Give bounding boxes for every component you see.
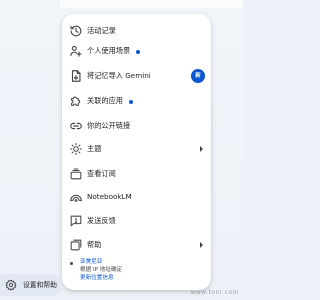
personal-context-icon [69,44,83,58]
menu-item-theme[interactable]: 主题 [62,139,211,159]
menu-item-label: 发送反馈 [87,216,116,225]
update-location-link[interactable]: 更新位置信息 [80,274,114,282]
location-info: 亚美尼亚 根据 IP 地址确定 更新位置信息 [70,257,205,287]
menu-item-personal-context[interactable]: 个人使用场景 [62,41,211,61]
chevron-right-icon [200,146,203,152]
location-country: 亚美尼亚 [80,259,103,265]
menu-item-label: 关联的应用 [87,96,123,105]
feedback-icon [69,214,83,228]
subscriptions-icon [69,167,83,181]
menu-item-label: 个人使用场景 [87,46,131,55]
menu-item-label: NotebookLM [87,192,132,201]
menu-item-import-memory[interactable]: 将记忆导入 Gemini 新 [62,66,211,86]
history-icon [69,24,83,38]
menu-item-subscriptions[interactable]: 查看订阅 [62,164,211,184]
top-panel-edge [60,0,243,8]
new-indicator-dot [136,50,140,54]
new-indicator-dot [129,100,133,104]
import-document-icon [69,69,83,83]
chevron-right-icon [200,242,203,248]
new-badge: 新 [191,69,205,83]
brightness-icon [69,142,83,156]
location-basis: 根据 IP 地址确定 [80,267,123,273]
menu-item-label: 将记忆导入 Gemini [87,71,151,80]
puzzle-icon [69,94,83,108]
watermark: www.tonr.com [190,289,239,296]
menu-item-send-feedback[interactable]: 发送反馈 [62,211,211,231]
menu-item-public-links[interactable]: 你的公开链接 [62,116,211,136]
help-icon [69,238,83,252]
menu-item-notebooklm[interactable]: NotebookLM [62,187,211,207]
menu-item-label: 你的公开链接 [87,121,131,130]
menu-item-help[interactable]: 帮助 [62,235,211,255]
location-dot-icon [70,262,73,265]
gear-icon [5,279,17,291]
menu-item-activity[interactable]: 活动记录 [62,21,211,41]
menu-item-label: 帮助 [87,240,102,249]
notebooklm-icon [69,190,83,204]
menu-item-connected-apps[interactable]: 关联的应用 [62,91,211,111]
menu-item-label: 查看订阅 [87,169,116,178]
menu-item-label: 主题 [87,144,102,153]
menu-item-label: 活动记录 [87,26,116,35]
settings-and-help-button[interactable]: 设置和帮助 [0,274,62,296]
settings-label: 设置和帮助 [23,281,57,289]
settings-menu: 活动记录 个人使用场景 将记忆导入 Gemini 新 关联的应用 你的公开链接 … [62,14,211,290]
link-icon [69,119,83,133]
